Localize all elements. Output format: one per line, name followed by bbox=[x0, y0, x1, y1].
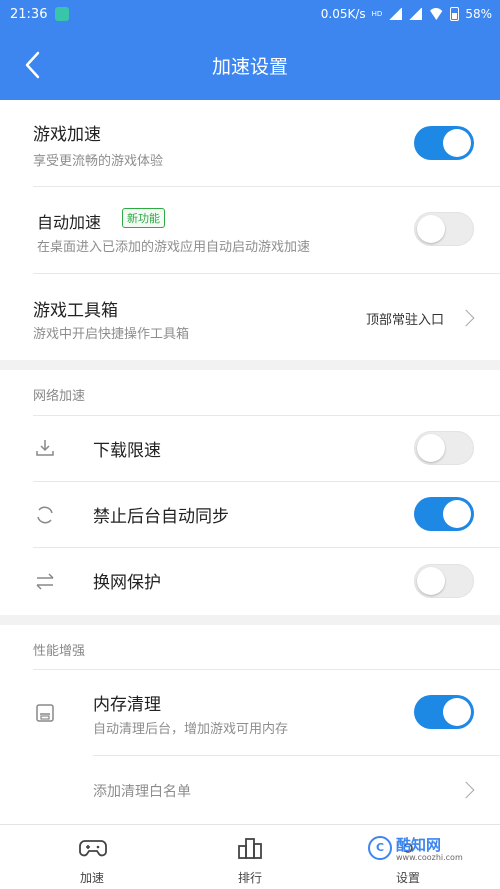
toolbox-row[interactable]: 游戏工具箱 游戏中开启快捷操作工具箱 顶部常驻入口 bbox=[0, 274, 500, 360]
sync-icon bbox=[37, 506, 53, 524]
download-limit-toggle[interactable] bbox=[414, 431, 474, 465]
switch-network-icon bbox=[36, 573, 54, 590]
watermark: C 酷知网 www.coozhi.com bbox=[368, 834, 478, 864]
game-accel-title: 游戏加速 bbox=[33, 125, 101, 145]
ranking-icon bbox=[238, 838, 262, 859]
memory-clean-row: 内存清理 自动清理后台，增加游戏可用内存 bbox=[0, 670, 500, 755]
app-notification-icon bbox=[55, 7, 69, 21]
bg-sync-toggle[interactable] bbox=[414, 497, 474, 531]
tab-ranking-label: 排行 bbox=[237, 871, 262, 885]
watermark-url: www.coozhi.com bbox=[396, 853, 463, 862]
download-icon bbox=[36, 440, 54, 456]
network-speed: 0.05K/s bbox=[320, 7, 366, 21]
signal-icon bbox=[388, 8, 403, 20]
game-settings-card: 游戏加速 享受更流畅的游戏体验 自动加速 新功能 在桌面进入已添加的游戏应用自动… bbox=[0, 100, 500, 360]
network-protect-label: 换网保护 bbox=[93, 573, 161, 593]
whitelist-row[interactable]: 添加清理白名单 bbox=[0, 756, 500, 824]
game-accel-subtitle: 享受更流畅的游戏体验 bbox=[33, 154, 164, 169]
toggle-knob bbox=[443, 500, 471, 528]
network-section-label: 网络加速 bbox=[33, 389, 86, 404]
toggle-knob bbox=[443, 129, 471, 157]
status-bar: 21:36 0.05K/s HD 58% bbox=[0, 0, 500, 30]
watermark-logo: C bbox=[368, 836, 392, 860]
gamepad-icon bbox=[79, 840, 107, 857]
auto-accel-toggle[interactable] bbox=[414, 212, 474, 246]
auto-accel-title: 自动加速 bbox=[37, 213, 102, 232]
toggle-knob bbox=[417, 434, 445, 462]
toolbox-subtitle: 游戏中开启快捷操作工具箱 bbox=[33, 327, 190, 342]
status-right: 0.05K/s HD 58% bbox=[321, 7, 492, 21]
status-time: 21:36 bbox=[10, 7, 48, 22]
chevron-right-icon bbox=[457, 781, 475, 799]
battery-icon bbox=[450, 7, 460, 21]
chevron-right-icon bbox=[457, 309, 475, 327]
performance-card: 性能增强 内存清理 自动清理后台，增加游戏可用内存 添加清理白名单 bbox=[0, 625, 500, 824]
wifi-icon bbox=[428, 8, 445, 20]
memory-clean-toggle[interactable] bbox=[414, 695, 474, 729]
title-bar: 加速设置 bbox=[0, 30, 500, 100]
tab-accelerate-label: 加速 bbox=[79, 871, 104, 885]
watermark-name: 酷知网 bbox=[396, 836, 442, 854]
toolbox-title: 游戏工具箱 bbox=[33, 301, 118, 321]
toggle-knob bbox=[417, 215, 445, 243]
tab-settings-label: 设置 bbox=[395, 871, 420, 885]
network-protect-row: 换网保护 bbox=[0, 548, 500, 615]
toolbox-value: 顶部常驻入口 bbox=[365, 313, 444, 328]
bg-sync-row: 禁止后台自动同步 bbox=[0, 482, 500, 547]
memory-clean-label: 内存清理 bbox=[93, 695, 161, 715]
memory-clean-subtitle: 自动清理后台，增加游戏可用内存 bbox=[93, 722, 289, 737]
download-limit-label: 下载限速 bbox=[93, 441, 161, 461]
game-accel-row: 游戏加速 享受更流畅的游戏体验 bbox=[0, 100, 500, 186]
network-card: 网络加速 下载限速 禁止后台自动同步 换网保护 bbox=[0, 370, 500, 615]
memory-icon bbox=[36, 704, 54, 722]
performance-section-label: 性能增强 bbox=[33, 644, 86, 659]
page-title: 加速设置 bbox=[211, 56, 288, 78]
network-protect-toggle[interactable] bbox=[414, 564, 474, 598]
battery-percent: 58% bbox=[465, 7, 492, 21]
tab-accelerate[interactable]: 加速 bbox=[32, 825, 152, 889]
hd-indicator: HD bbox=[371, 10, 383, 18]
auto-accel-subtitle: 在桌面进入已添加的游戏应用自动启动游戏加速 bbox=[37, 240, 311, 255]
new-feature-badge: 新功能 bbox=[122, 208, 165, 228]
toggle-knob bbox=[417, 567, 445, 595]
toggle-knob bbox=[443, 698, 471, 726]
game-accel-toggle[interactable] bbox=[414, 126, 474, 160]
tab-ranking[interactable]: 排行 bbox=[190, 825, 310, 889]
download-limit-row: 下载限速 bbox=[0, 416, 500, 481]
bg-sync-label: 禁止后台自动同步 bbox=[93, 507, 229, 527]
whitelist-label: 添加清理白名单 bbox=[93, 784, 191, 800]
signal-icon-2 bbox=[408, 8, 423, 20]
auto-accel-row: 自动加速 新功能 在桌面进入已添加的游戏应用自动启动游戏加速 bbox=[0, 187, 500, 273]
